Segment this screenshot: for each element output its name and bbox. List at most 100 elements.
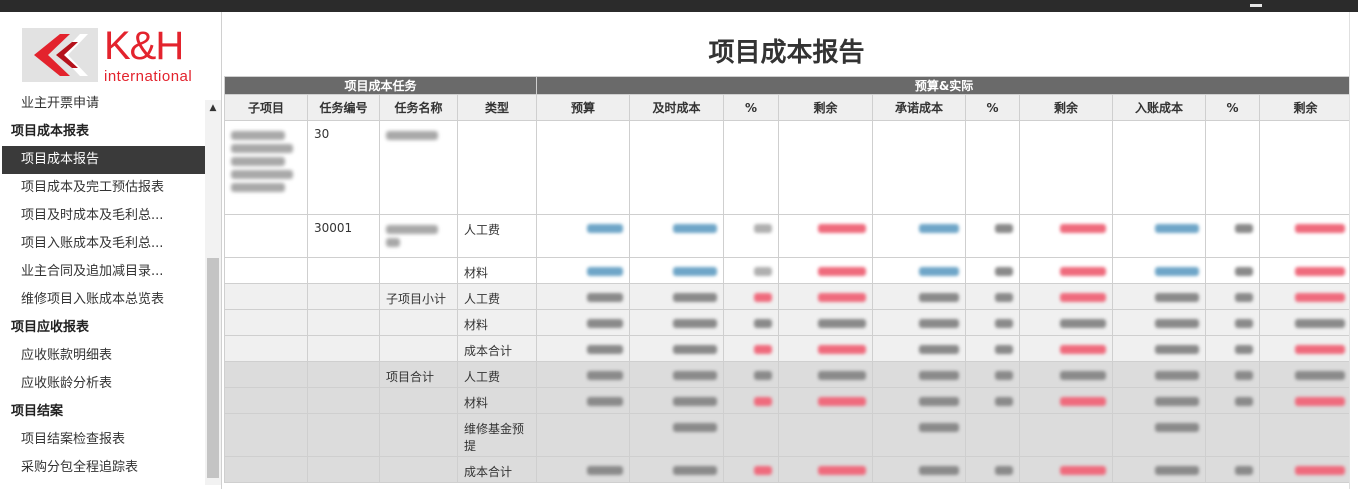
- cell-subproject: [224, 456, 308, 483]
- minimize-icon[interactable]: [1250, 4, 1262, 7]
- redacted-value: [818, 345, 867, 354]
- cell-type: [456, 120, 538, 215]
- column-header-9[interactable]: %: [965, 94, 1021, 121]
- cell-value: [965, 283, 1021, 310]
- redacted-value: [1060, 466, 1107, 475]
- sidebar-item-9[interactable]: 应收账款明细表: [2, 342, 206, 370]
- cell-type: 维修基金预提: [456, 413, 538, 457]
- redacted-value: [1295, 371, 1346, 380]
- cell-task-name: [379, 214, 458, 258]
- column-header-11[interactable]: 入账成本: [1112, 94, 1207, 121]
- sidebar-item-10[interactable]: 应收账龄分析表: [2, 370, 206, 398]
- cell-value: [536, 120, 631, 215]
- table-row: 材料: [224, 257, 1353, 284]
- redacted-value: [587, 397, 624, 406]
- cell-value: [1205, 283, 1261, 310]
- cell-value: [536, 413, 631, 457]
- column-header-8[interactable]: 承诺成本: [872, 94, 967, 121]
- cell-task-code: [307, 257, 380, 284]
- cell-task-code: [307, 335, 380, 362]
- redacted-value: [995, 466, 1014, 475]
- column-header-10[interactable]: 剩余: [1019, 94, 1114, 121]
- sidebar-item-2[interactable]: 项目成本报告: [2, 146, 206, 174]
- cell-type: 成本合计: [456, 335, 538, 362]
- redacted-value: [673, 319, 718, 328]
- cell-value: [872, 387, 967, 414]
- column-header-6[interactable]: %: [723, 94, 780, 121]
- cell-value: [1112, 309, 1207, 336]
- sidebar-item-6[interactable]: 业主合同及追加减目录...: [2, 258, 206, 286]
- cell-value: [1259, 387, 1353, 414]
- redacted-value: [587, 345, 624, 354]
- cell-value: [629, 283, 725, 310]
- cell-value: [536, 309, 631, 336]
- redacted-value: [673, 466, 718, 475]
- column-header-5[interactable]: 及时成本: [629, 94, 725, 121]
- table-row: 成本合计: [224, 335, 1353, 362]
- sidebar-group-11[interactable]: 项目结案: [2, 398, 206, 426]
- cell-value: [778, 283, 874, 310]
- cell-value: [629, 387, 725, 414]
- redacted-value: [1060, 293, 1107, 302]
- table-row: 材料: [224, 387, 1353, 414]
- sidebar-group-8[interactable]: 项目应收报表: [2, 314, 206, 342]
- cell-value: [965, 387, 1021, 414]
- cell-value: [1112, 335, 1207, 362]
- column-header-4[interactable]: 预算: [536, 94, 631, 121]
- cell-value: [723, 309, 780, 336]
- column-header-3[interactable]: 类型: [456, 94, 538, 121]
- cell-value: [1259, 214, 1353, 258]
- redacted-value: [754, 397, 773, 406]
- redacted-value: [1155, 319, 1200, 328]
- sidebar-item-13[interactable]: 采购分包全程追踪表: [2, 454, 206, 482]
- cell-value: [965, 257, 1021, 284]
- cell-value: [629, 120, 725, 215]
- sidebar-item-5[interactable]: 项目入账成本及毛利总...: [2, 230, 206, 258]
- column-header-1[interactable]: 任务编号: [307, 94, 380, 121]
- cell-type: 人工费: [456, 214, 538, 258]
- sidebar-item-4[interactable]: 项目及时成本及毛利总...: [2, 202, 206, 230]
- cell-value: [1205, 335, 1261, 362]
- cell-value: [1259, 283, 1353, 310]
- sidebar-scrollbar[interactable]: ▲: [205, 100, 221, 485]
- table-row: 30: [224, 120, 1353, 215]
- sidebar-group-1[interactable]: 项目成本报表: [2, 118, 206, 146]
- cell-value: [723, 456, 780, 483]
- sidebar-item-7[interactable]: 维修项目入账成本总览表: [2, 286, 206, 314]
- sidebar-item-0[interactable]: 业主开票申请: [2, 90, 206, 118]
- cell-value: [723, 361, 780, 388]
- cell-value: [965, 120, 1021, 215]
- cell-task-code: [307, 309, 380, 336]
- cell-value: [1205, 120, 1261, 215]
- cell-value: [1205, 214, 1261, 258]
- redacted-value: [754, 371, 773, 380]
- cell-value: [872, 283, 967, 310]
- redacted-text: [386, 225, 438, 234]
- cell-value: [536, 214, 631, 258]
- redacted-value: [1060, 371, 1107, 380]
- cell-value: [629, 214, 725, 258]
- page-title: 项目成本报告: [708, 38, 865, 68]
- cell-value: [778, 214, 874, 258]
- cell-value: [629, 413, 725, 457]
- redacted-value: [818, 267, 867, 276]
- cell-subproject: [224, 413, 308, 457]
- column-header-12[interactable]: %: [1205, 94, 1261, 121]
- column-header-0[interactable]: 子项目: [224, 94, 308, 121]
- column-header-7[interactable]: 剩余: [778, 94, 874, 121]
- column-header-13[interactable]: 剩余: [1259, 94, 1353, 121]
- sidebar-item-12[interactable]: 项目结案检查报表: [2, 426, 206, 454]
- cell-value: [1019, 413, 1114, 457]
- cell-value: [1205, 309, 1261, 336]
- redacted-value: [995, 319, 1014, 328]
- scrollbar-thumb[interactable]: [207, 258, 219, 478]
- cell-value: [872, 257, 967, 284]
- redacted-value: [587, 466, 624, 475]
- redacted-value: [1155, 293, 1200, 302]
- redacted-value: [1155, 345, 1200, 354]
- column-header-2[interactable]: 任务名称: [379, 94, 458, 121]
- cell-task-code: [307, 387, 380, 414]
- sidebar-item-3[interactable]: 项目成本及完工预估报表: [2, 174, 206, 202]
- scroll-up-icon[interactable]: ▲: [205, 100, 221, 116]
- cell-value: [629, 456, 725, 483]
